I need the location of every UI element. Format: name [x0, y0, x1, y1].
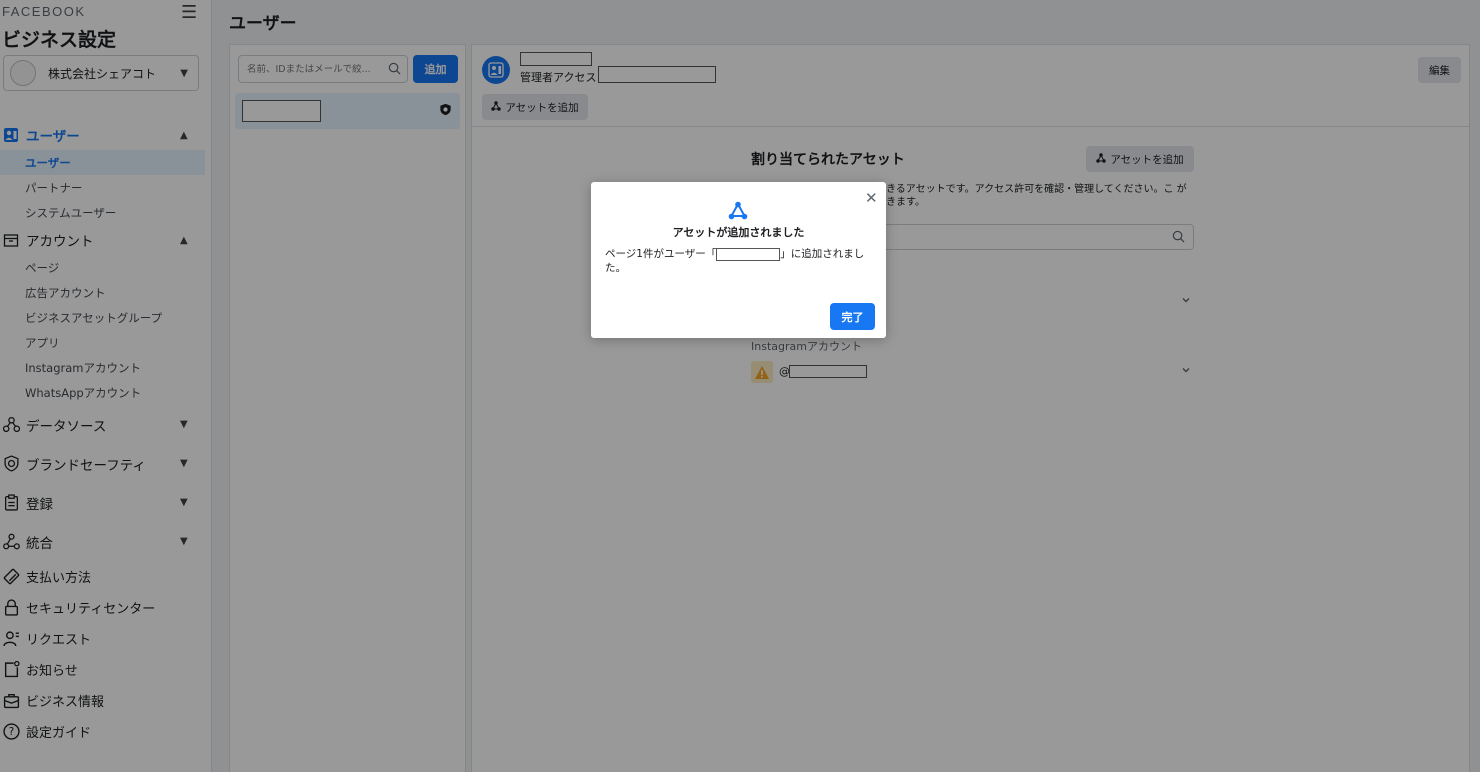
- asset-network-icon: [728, 201, 748, 224]
- dialog-message-start: ページ1件がユーザー「: [605, 248, 717, 260]
- dialog-message: ページ1件がユーザー「 」に追加されました。: [605, 247, 867, 275]
- dialog-title: アセットが追加されました: [672, 226, 805, 239]
- close-icon[interactable]: ✕: [865, 189, 878, 207]
- redacted-user-name: [716, 247, 781, 261]
- assets-added-dialog: ✕ アセットが追加されました ページ1件がユーザー「 」に追加されました。 完了: [591, 182, 886, 338]
- modal-overlay[interactable]: [0, 0, 1480, 772]
- done-button[interactable]: 完了: [830, 303, 875, 330]
